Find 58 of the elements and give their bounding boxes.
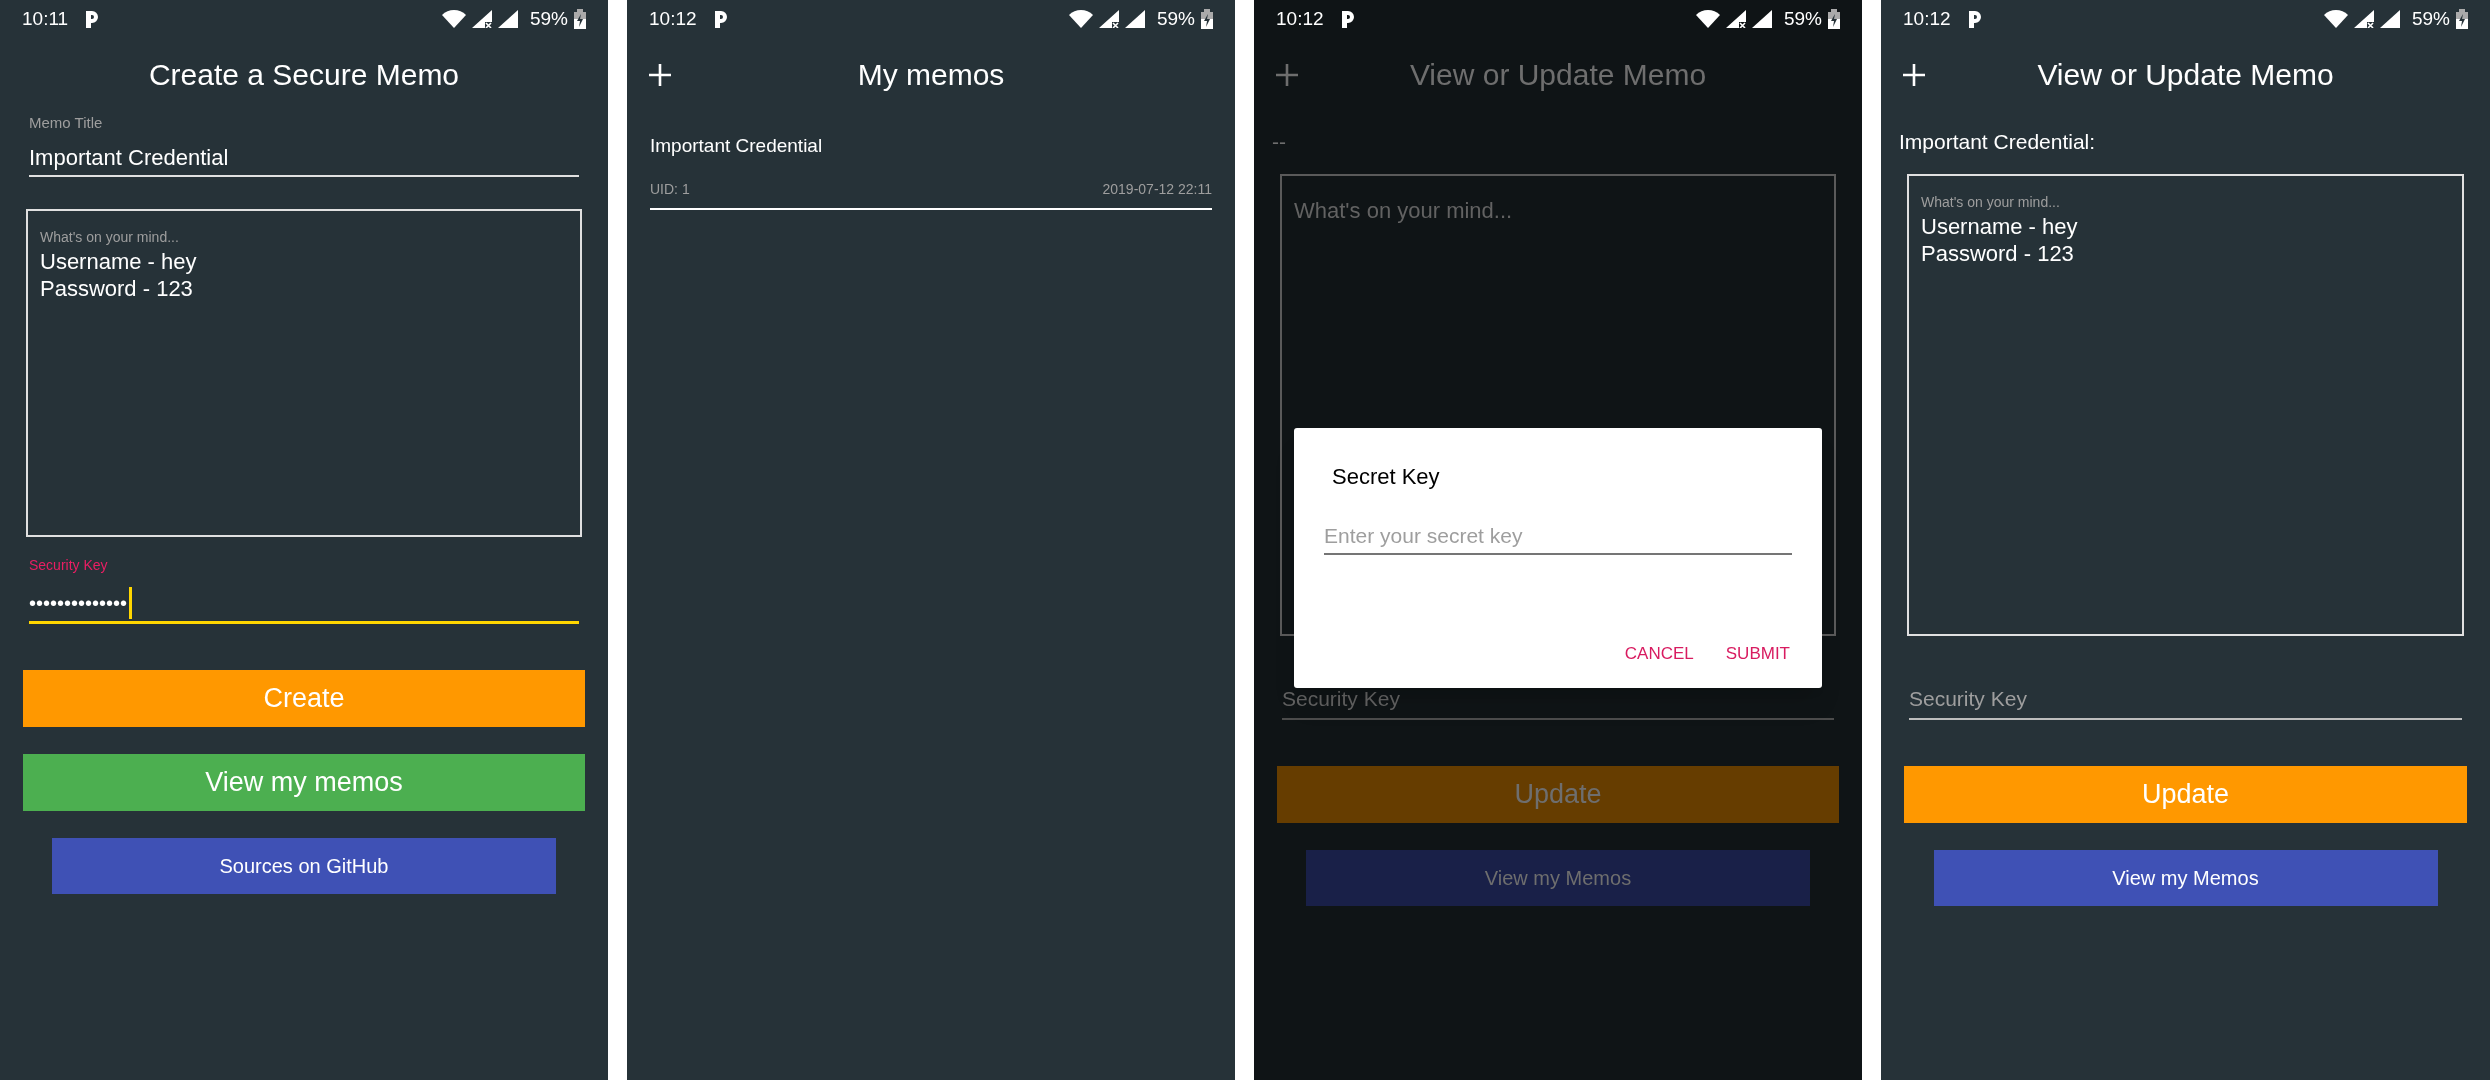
memo-heading: Important Credential: xyxy=(1898,129,2097,154)
plus-icon xyxy=(1275,63,1299,87)
memo-title[interactable]: Important Credential xyxy=(650,132,1212,161)
battery-percent: 59% xyxy=(529,6,568,31)
wifi-icon xyxy=(1068,10,1093,28)
wifi-icon xyxy=(1695,10,1720,28)
signal-icon xyxy=(1098,10,1119,28)
wifi-icon xyxy=(2323,10,2348,28)
parking-icon xyxy=(1966,9,1983,29)
dialog-title: Secret Key xyxy=(1332,463,1440,491)
memo-uid: UID: 1 xyxy=(650,179,690,199)
memo-heading: -- xyxy=(1271,129,1287,154)
memo-text: Username - hey Password - 123 xyxy=(40,247,198,302)
status-time: 10:12 xyxy=(1903,6,1951,31)
app-title: View or Update Memo xyxy=(2037,56,2334,93)
wifi-icon xyxy=(441,10,466,28)
parking-icon xyxy=(84,9,101,29)
signal-icon xyxy=(2353,10,2374,28)
battery-icon xyxy=(1828,9,1840,29)
dialog-action-button[interactable]: SUBMIT xyxy=(1715,636,1800,672)
text-cursor xyxy=(129,587,133,619)
battery-percent: 59% xyxy=(1783,6,1822,31)
signal-icon xyxy=(471,10,492,28)
battery-icon xyxy=(574,9,586,29)
battery-percent: 59% xyxy=(1156,6,1195,31)
memo-field[interactable]: What's on your mind... Username - hey Password - 123 xyxy=(26,208,582,537)
plus-icon xyxy=(648,63,672,87)
memo-text: Username - hey Password - 123 xyxy=(1921,213,2079,267)
plus-icon xyxy=(1902,63,1926,87)
app-title: Create a Secure Memo xyxy=(148,56,460,93)
memo-field[interactable]: What's on your mind... Username - hey Password - 123 xyxy=(1907,174,2464,636)
status-time: 10:11 xyxy=(22,6,69,31)
parking-icon xyxy=(712,9,729,29)
parking-icon xyxy=(1339,9,1356,29)
memo-date: 2019-07-12 22:11 xyxy=(1102,179,1212,199)
signal-icon xyxy=(2379,10,2400,28)
title-input[interactable]: Important Credential xyxy=(29,140,579,177)
status-time: 10:12 xyxy=(1276,6,1324,31)
signal-icon xyxy=(497,10,518,28)
field-label: Security Key xyxy=(29,555,109,575)
security-key-input[interactable]: Security Key xyxy=(1909,680,2462,720)
password-field[interactable]: •••••••••••••• xyxy=(29,585,579,624)
app-title: View or Update Memo xyxy=(1409,56,1707,93)
secondary-button[interactable]: View my Memos xyxy=(1933,850,2438,906)
signal-icon xyxy=(1751,10,1772,28)
app-title: My memos xyxy=(857,56,1005,93)
field-label: Memo Title xyxy=(29,113,104,133)
status-time: 10:12 xyxy=(649,6,697,31)
dialog-action-button[interactable]: CANCEL xyxy=(1614,636,1704,672)
signal-icon xyxy=(1725,10,1746,28)
battery-percent: 59% xyxy=(2411,6,2450,31)
secondary-button[interactable]: Sources on GitHub xyxy=(52,837,556,894)
signal-icon xyxy=(1124,10,1145,28)
field-label: What's on your mind... xyxy=(40,227,180,247)
battery-icon xyxy=(2456,9,2468,29)
field-label: What's on your mind... xyxy=(1921,193,2061,212)
battery-icon xyxy=(1201,9,1213,29)
secret-key-input[interactable]: Enter your secret key xyxy=(1324,519,1792,555)
